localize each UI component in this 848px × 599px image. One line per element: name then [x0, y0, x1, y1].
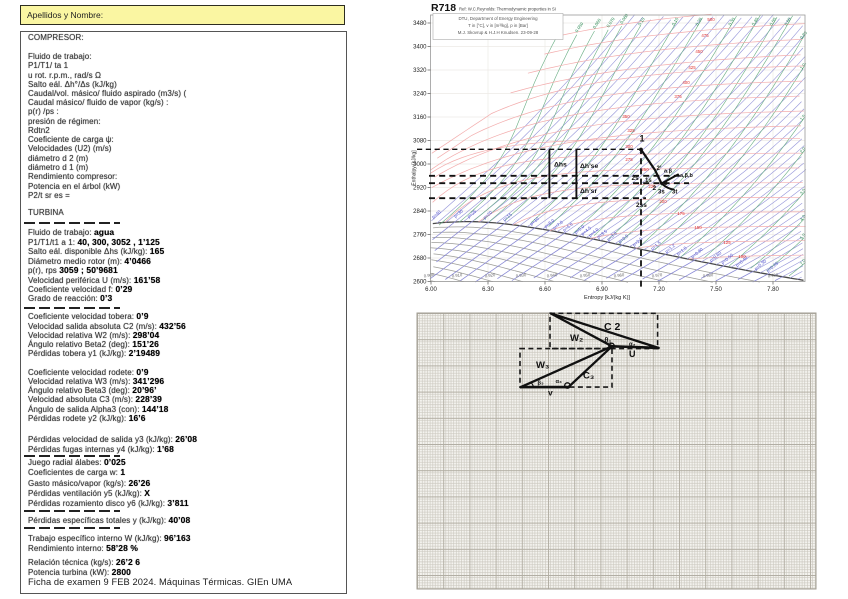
svg-text:θ₂: θ₂ — [605, 338, 612, 345]
svg-text:Ref: W.C.Reynolds: Thermodynam: Ref: W.C.Reynolds: Thermodynamic propert… — [459, 7, 556, 12]
svg-text:DTU, Department of Energy Engi: DTU, Department of Energy Engineering — [458, 16, 538, 21]
svg-text:400: 400 — [682, 80, 690, 85]
svg-text:C 2: C 2 — [604, 321, 621, 333]
svg-text:W₂: W₂ — [570, 333, 583, 344]
svg-text:1: 1 — [640, 134, 645, 144]
svg-text:500: 500 — [707, 17, 715, 22]
svg-text:W₃: W₃ — [536, 360, 549, 371]
svg-text:375: 375 — [674, 94, 682, 99]
svg-text:Δh’sr: Δh’sr — [580, 188, 597, 195]
svg-text:3400: 3400 — [413, 45, 427, 51]
svg-text:275: 275 — [625, 157, 633, 162]
svg-text:a,β,b: a,β,b — [680, 173, 693, 179]
svg-text:β₃: β₃ — [538, 381, 545, 387]
svg-text:α₃: α₃ — [556, 379, 563, 385]
svg-text:2ss: 2ss — [636, 202, 647, 209]
svg-text:v: v — [548, 388, 553, 398]
svg-text:2840: 2840 — [413, 209, 427, 215]
svg-text:2’: 2’ — [657, 166, 662, 172]
svg-text:7.20: 7.20 — [653, 287, 665, 293]
svg-text:300: 300 — [625, 144, 633, 149]
svg-text:475: 475 — [701, 33, 709, 38]
svg-text:6.90: 6.90 — [596, 287, 608, 293]
svg-text:R718: R718 — [431, 2, 456, 14]
svg-text:2: 2 — [653, 185, 657, 192]
svg-text:200: 200 — [659, 199, 667, 204]
svg-text:3320: 3320 — [413, 68, 427, 74]
svg-text:α₂: α₂ — [629, 342, 636, 348]
svg-text:6.60: 6.60 — [539, 287, 551, 293]
svg-text:175: 175 — [677, 211, 685, 216]
svg-text:2760: 2760 — [413, 233, 427, 239]
svg-text:3160: 3160 — [413, 115, 427, 121]
svg-text:325: 325 — [627, 128, 635, 133]
svg-text:M.J. Skovrup & H.J.H Knudsen.: M.J. Skovrup & H.J.H Knudsen. 23-09-28 — [458, 30, 539, 35]
svg-text:2s: 2s — [632, 175, 640, 182]
svg-text:Enthalpy [kJ/kg]: Enthalpy [kJ/kg] — [412, 150, 418, 186]
svg-text:U: U — [629, 349, 636, 359]
svg-text:3t: 3t — [672, 190, 677, 196]
svg-text:3s: 3s — [658, 190, 665, 196]
svg-text:6.00: 6.00 — [425, 287, 437, 293]
svg-text:Δh’se: Δh’se — [580, 163, 598, 170]
svg-text:C₃: C₃ — [583, 371, 594, 382]
svg-text:150: 150 — [694, 225, 702, 230]
svg-text:7.50: 7.50 — [710, 287, 722, 293]
svg-text:125: 125 — [723, 240, 731, 245]
svg-text:3: 3 — [664, 180, 668, 187]
svg-text:2680: 2680 — [413, 256, 427, 262]
svg-text:350: 350 — [622, 114, 630, 119]
svg-text:250: 250 — [641, 167, 649, 172]
svg-text:2600: 2600 — [413, 280, 427, 286]
svg-text:450: 450 — [695, 49, 703, 54]
svg-text:100: 100 — [738, 254, 746, 259]
svg-text:7.80: 7.80 — [767, 287, 779, 293]
svg-text:1s: 1s — [645, 178, 652, 184]
svg-text:425: 425 — [688, 65, 696, 70]
svg-text:6.30: 6.30 — [482, 287, 494, 293]
svg-text:Entropy [kJ/(kg K)]: Entropy [kJ/(kg K)] — [584, 295, 630, 301]
svg-text:T in [°C], v in [m³/kg], p in: T in [°C], v in [m³/kg], p in [Bar] — [468, 23, 528, 28]
svg-text:a.β: a.β — [664, 169, 673, 175]
svg-text:Δhs: Δhs — [554, 162, 567, 169]
svg-text:3480: 3480 — [413, 21, 427, 27]
svg-text:3240: 3240 — [413, 92, 427, 98]
svg-text:3080: 3080 — [413, 139, 427, 145]
